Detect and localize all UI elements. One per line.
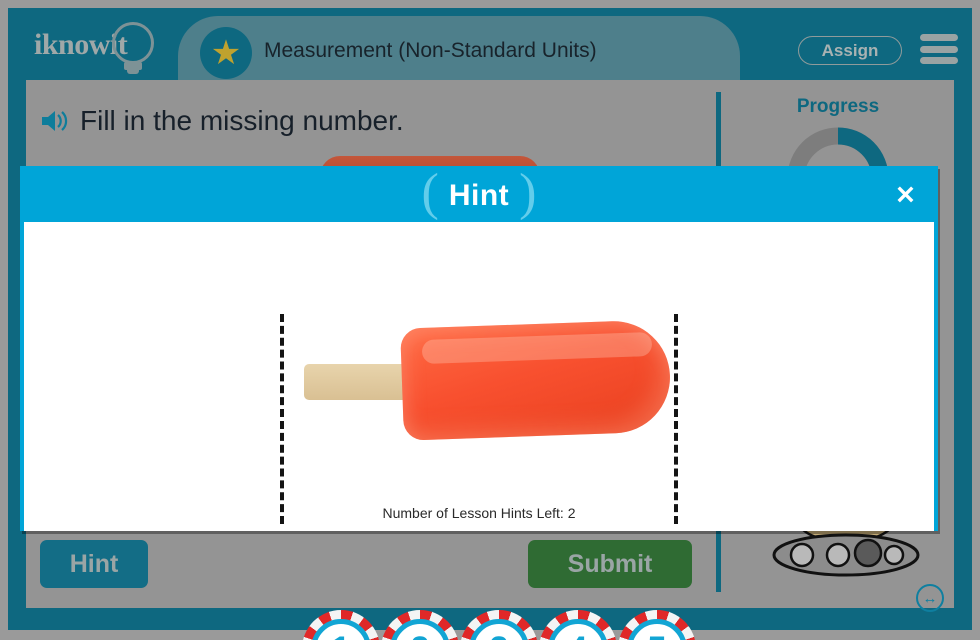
assign-button[interactable]: Assign — [798, 36, 902, 65]
close-icon[interactable]: ✕ — [895, 183, 916, 209]
hints-left-text: Number of Lesson Hints Left: 2 — [382, 505, 576, 521]
question-row: Fill in the missing number. — [26, 92, 716, 150]
measurement-token-row: 1 2 3 4 5 — [302, 610, 696, 640]
right-paren-decoration: ) — [519, 164, 537, 221]
app-window: iknowit ★ Measurement (Non-Standard Unit… — [0, 0, 980, 640]
token-number: 3 — [469, 619, 529, 640]
star-icon: ★ — [210, 34, 242, 72]
lightbulb-base-bottom-icon — [127, 69, 139, 74]
submit-button[interactable]: Submit — [528, 540, 692, 588]
menu-bar-3 — [920, 57, 958, 64]
lightbulb-icon — [112, 22, 154, 64]
measurement-token[interactable]: 3 — [460, 610, 538, 640]
lesson-title: Measurement (Non-Standard Units) — [264, 39, 597, 62]
progress-label: Progress — [796, 96, 880, 117]
resize-horizontal-icon[interactable]: ↔ — [916, 584, 944, 612]
token-number: 4 — [548, 619, 608, 640]
header-bar: iknowit ★ Measurement (Non-Standard Unit… — [8, 8, 972, 80]
measurement-token[interactable]: 1 — [302, 610, 380, 640]
token-number: 5 — [627, 619, 687, 640]
measurement-token[interactable]: 4 — [539, 610, 617, 640]
lesson-title-tab: ★ Measurement (Non-Standard Units) — [178, 16, 740, 80]
hint-title-wrap: ( Hint ) — [422, 167, 537, 219]
lesson-badge: ★ — [200, 27, 252, 79]
hint-modal: ( Hint ) ✕ 1 2 3 — [20, 166, 938, 640]
menu-bar-1 — [920, 34, 958, 41]
menu-bar-2 — [920, 45, 958, 53]
measurement-token[interactable]: 2 — [381, 610, 459, 640]
token-number: 2 — [390, 619, 450, 640]
hint-modal-title: Hint — [448, 179, 510, 212]
left-paren-decoration: ( — [421, 164, 439, 221]
question-text: Fill in the missing number. — [80, 105, 404, 136]
hint-button[interactable]: Hint — [40, 540, 148, 588]
token-number: 1 — [311, 619, 371, 640]
popsicle-image — [282, 314, 678, 441]
hamburger-menu-icon[interactable] — [920, 34, 958, 64]
hint-modal-header: ( Hint ) ✕ — [24, 167, 934, 222]
brand-logo[interactable]: iknowit — [30, 20, 180, 74]
speaker-audio-icon[interactable] — [40, 108, 70, 134]
measurement-token[interactable]: 5 — [618, 610, 696, 640]
hint-modal-body: 1 2 3 4 5 Number of Lesson Hints Left: 2 — [24, 222, 934, 640]
